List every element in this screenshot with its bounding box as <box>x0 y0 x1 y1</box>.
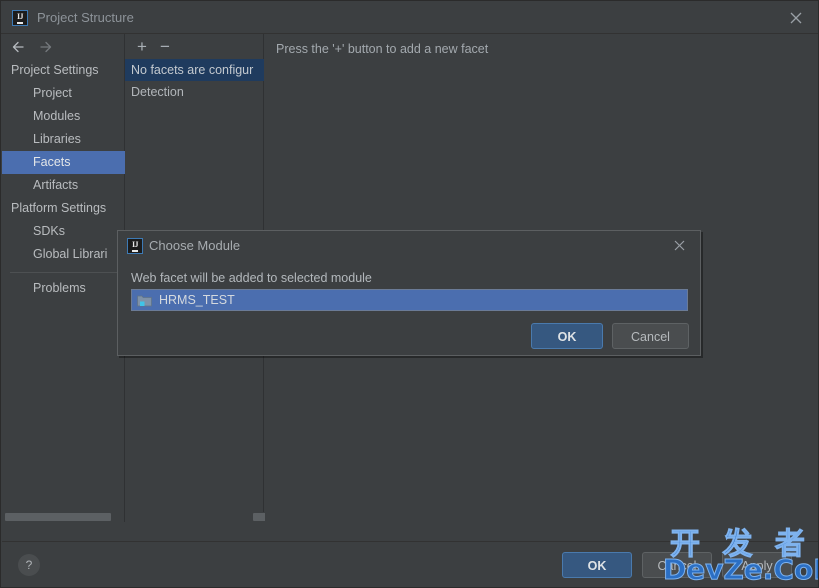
sidebar-divider <box>10 272 117 273</box>
arrow-right-icon[interactable] <box>37 39 55 55</box>
sidebar-item-list: Project Settings Project Modules Librari… <box>2 59 125 300</box>
facets-list-item-no-facets[interactable]: No facets are configur <box>125 59 264 81</box>
sidebar-nav-buttons <box>2 34 125 59</box>
sidebar-item-libraries[interactable]: Libraries <box>2 128 125 151</box>
sidebar-item-facets[interactable]: Facets <box>2 151 125 174</box>
dialog-button-bar: ? OK Cancel Apply <box>2 541 818 586</box>
sidebar-item-artifacts[interactable]: Artifacts <box>2 174 125 197</box>
add-facet-button[interactable]: + <box>132 37 152 57</box>
sidebar-item-label: Libraries <box>33 132 81 146</box>
sidebar-item-label: Modules <box>33 109 81 123</box>
dialog-title: Choose Module <box>149 238 241 253</box>
sidebar-group-platform-settings: Platform Settings <box>2 197 125 220</box>
sidebar-item-label: Problems <box>33 281 86 295</box>
remove-facet-button[interactable]: − <box>155 37 175 57</box>
dialog-icon-label: IJ <box>131 240 139 252</box>
module-name-label: HRMS_TEST <box>159 293 235 307</box>
window-titlebar: IJ Project Structure <box>1 1 818 34</box>
sidebar-item-problems[interactable]: Problems <box>2 277 125 300</box>
apply-button[interactable]: Apply <box>722 552 792 578</box>
module-list: HRMS_TEST <box>131 289 688 311</box>
facets-list: No facets are configur Detection <box>125 59 264 103</box>
close-icon[interactable] <box>788 10 804 26</box>
facets-list-item-detection[interactable]: Detection <box>125 81 264 103</box>
sidebar-group-project-settings: Project Settings <box>2 59 125 82</box>
dialog-titlebar: IJ Choose Module <box>118 231 700 263</box>
arrow-left-icon[interactable] <box>10 39 28 55</box>
sidebar-item-label: SDKs <box>33 224 65 238</box>
dialog-cancel-button[interactable]: Cancel <box>612 323 689 349</box>
sidebar-item-label: Project Settings <box>11 63 99 77</box>
dialog-ok-button[interactable]: OK <box>531 323 603 349</box>
sidebar-horizontal-scrollbar[interactable] <box>3 512 120 522</box>
scrollbar-thumb[interactable] <box>5 513 111 521</box>
settings-sidebar: Project Settings Project Modules Librari… <box>2 34 125 522</box>
sidebar-item-global-libraries[interactable]: Global Librari <box>2 243 125 266</box>
dialog-close-icon[interactable] <box>672 238 687 253</box>
project-structure-window: IJ Project Structure Project Settings Pr… <box>0 0 819 588</box>
sidebar-item-label: Project <box>33 86 72 100</box>
sidebar-item-label: Global Librari <box>33 247 108 261</box>
ok-button[interactable]: OK <box>562 552 632 578</box>
dialog-message: Web facet will be added to selected modu… <box>131 271 372 285</box>
module-list-item[interactable]: HRMS_TEST <box>132 290 687 310</box>
intellij-app-icon: IJ <box>12 10 28 26</box>
detail-hint-text: Press the '+' button to add a new facet <box>276 42 489 56</box>
sidebar-item-modules[interactable]: Modules <box>2 105 125 128</box>
help-button[interactable]: ? <box>18 554 40 576</box>
sidebar-item-label: Platform Settings <box>11 201 107 215</box>
app-icon-label: IJ <box>16 12 24 24</box>
cancel-button[interactable]: Cancel <box>642 552 712 578</box>
sidebar-item-sdks[interactable]: SDKs <box>2 220 125 243</box>
module-folder-icon <box>137 294 152 307</box>
choose-module-dialog: IJ Choose Module Web facet will be added… <box>117 230 701 356</box>
sidebar-item-label: Facets <box>33 155 71 169</box>
sidebar-item-label: Artifacts <box>33 178 79 192</box>
window-title: Project Structure <box>37 10 134 25</box>
intellij-dialog-icon: IJ <box>127 238 143 254</box>
sidebar-item-project[interactable]: Project <box>2 82 125 105</box>
facets-toolbar: + − <box>125 34 264 59</box>
